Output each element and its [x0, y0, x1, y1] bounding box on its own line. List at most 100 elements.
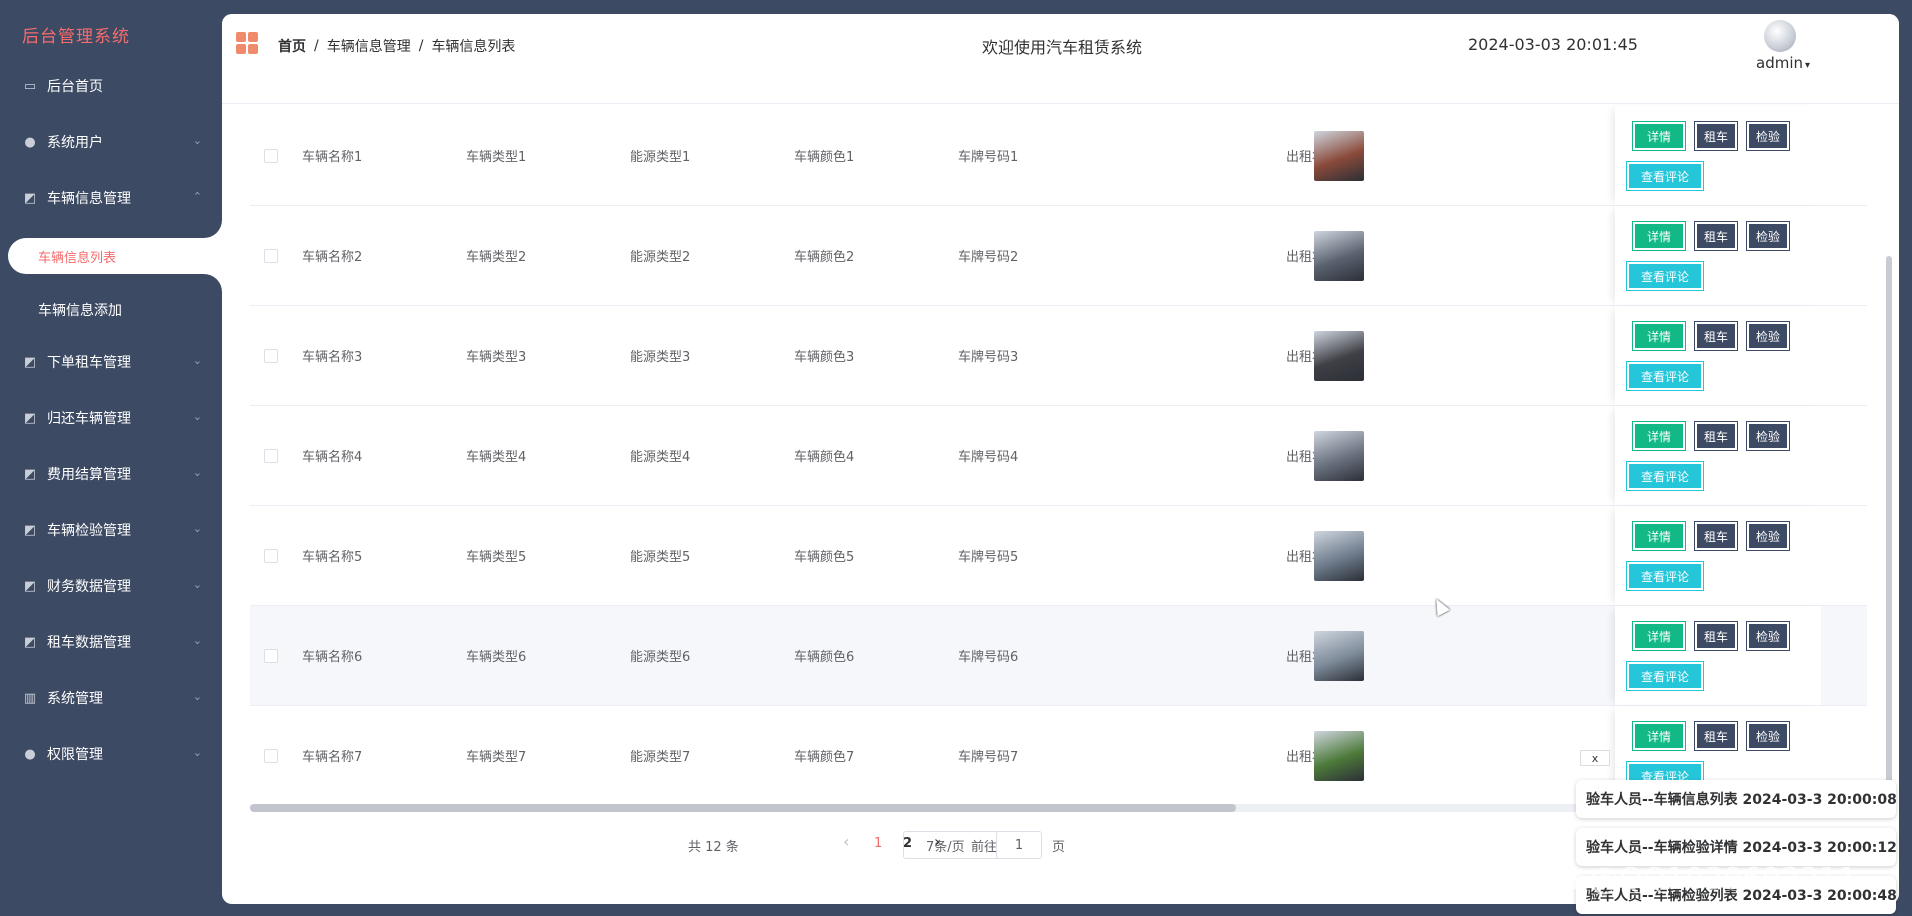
sidebar-item[interactable]: ◩ 财务数据管理 ⌄: [0, 566, 222, 606]
cell-energy-type: 能源类型2: [630, 250, 691, 265]
chevron-down-icon: ⌄: [192, 410, 202, 423]
cell-vehicle-name: 车辆名称6: [302, 650, 363, 665]
sidebar-subitem-vehicle-add[interactable]: 车辆信息添加: [0, 292, 222, 328]
next-page-button[interactable]: ›: [934, 832, 940, 851]
vehicle-thumbnail[interactable]: [1314, 631, 1364, 681]
sidebar: 后台管理系统 ▭ 后台首页 ● 系统用户 ⌄ ◩ 车辆信息管理 ⌃ ◩ 下单租车管理 ⌄ ◩ 归还车辆管…: [0, 0, 222, 916]
sidebar-item[interactable]: ◩ 费用结算管理 ⌄: [0, 454, 222, 494]
sidebar-item[interactable]: ▥ 系统管理 ⌄: [0, 678, 222, 718]
rent-button[interactable]: 租车: [1694, 321, 1738, 351]
page-1-button[interactable]: 1: [874, 836, 882, 851]
vehicle-thumbnail[interactable]: [1314, 431, 1364, 481]
view-reviews-button[interactable]: 查看评论: [1626, 461, 1704, 491]
sidebar-item[interactable]: ◩ 租车数据管理 ⌄: [0, 622, 222, 662]
goto-page-input[interactable]: [996, 831, 1042, 859]
detail-button[interactable]: 详情: [1632, 221, 1686, 251]
view-reviews-button[interactable]: 查看评论: [1626, 561, 1704, 591]
inspect-button[interactable]: 检验: [1746, 221, 1790, 251]
rent-button[interactable]: 租车: [1694, 421, 1738, 451]
row-checkbox[interactable]: [264, 449, 278, 463]
inspect-button[interactable]: 检验: [1746, 521, 1790, 551]
rent-button[interactable]: 租车: [1694, 121, 1738, 151]
user-menu[interactable]: admin ▾: [1756, 54, 1810, 72]
sidebar-item[interactable]: ● 权限管理 ⌄: [0, 734, 222, 774]
breadcrumb-home[interactable]: 首页: [278, 36, 306, 56]
detail-button[interactable]: 详情: [1632, 621, 1686, 651]
rent-button[interactable]: 租车: [1694, 721, 1738, 751]
vehicle-thumbnail[interactable]: [1314, 731, 1364, 781]
sidebar-item[interactable]: ◩ 车辆检验管理 ⌄: [0, 510, 222, 550]
detail-button[interactable]: 详情: [1632, 421, 1686, 451]
goto-label: 前往: [971, 840, 998, 855]
cell-vehicle-type: 车辆类型2: [466, 250, 527, 265]
sidebar-item-label: 财务数据管理: [47, 579, 131, 595]
sidebar-item[interactable]: ◩ 车辆信息管理 ⌃: [0, 178, 222, 218]
cell-plate-number: 车牌号码2: [958, 250, 1019, 265]
view-reviews-button[interactable]: 查看评论: [1626, 361, 1704, 391]
view-reviews-button[interactable]: 查看评论: [1626, 661, 1704, 691]
row-checkbox[interactable]: [264, 649, 278, 663]
cell-vehicle-type: 车辆类型7: [466, 750, 527, 765]
chevron-down-icon: ⌄: [192, 354, 202, 367]
page-2-button[interactable]: 2: [903, 836, 912, 851]
username: admin: [1756, 54, 1803, 72]
sidebar-item[interactable]: ◩ 归还车辆管理 ⌄: [0, 398, 222, 438]
sidebar-subitem-vehicle-list[interactable]: 车辆信息列表: [8, 238, 222, 274]
chart-icon: ◩: [23, 522, 37, 538]
vehicle-thumbnail[interactable]: [1314, 131, 1364, 181]
row-actions: 详情 租车 检验查看评论: [1615, 106, 1821, 206]
notification-close-button[interactable]: x: [1580, 750, 1610, 766]
horizontal-scrollbar-thumb[interactable]: [250, 804, 1236, 812]
system-title: 欢迎使用汽车租赁系统: [982, 38, 1143, 57]
row-checkbox[interactable]: [264, 149, 278, 163]
vertical-scrollbar-thumb[interactable]: [1886, 256, 1892, 796]
avatar[interactable]: [1764, 20, 1796, 52]
chart-icon: ◩: [23, 466, 37, 482]
vehicle-thumbnail[interactable]: [1314, 231, 1364, 281]
row-checkbox[interactable]: [264, 549, 278, 563]
inspect-button[interactable]: 检验: [1746, 721, 1790, 751]
chevron-down-icon: ⌄: [192, 522, 202, 535]
sidebar-item-label: 归还车辆管理: [47, 411, 131, 427]
sidebar-item[interactable]: ▭ 后台首页: [0, 66, 222, 106]
sidebar-item[interactable]: ● 系统用户 ⌄: [0, 122, 222, 162]
cell-vehicle-color: 车辆颜色3: [794, 350, 855, 365]
inspect-button[interactable]: 检验: [1746, 321, 1790, 351]
cell-vehicle-type: 车辆类型1: [466, 150, 527, 165]
chevron-up-icon: ⌃: [192, 190, 202, 203]
top-header: 首页 / 车辆信息管理 / 车辆信息列表 欢迎使用汽车租赁系统 2024-03-…: [222, 14, 1899, 104]
bar-chart-icon: ▥: [23, 690, 37, 706]
cell-energy-type: 能源类型3: [630, 350, 691, 365]
cell-vehicle-name: 车辆名称3: [302, 350, 363, 365]
row-actions: 详情 租车 检验查看评论: [1615, 506, 1821, 606]
row-checkbox[interactable]: [264, 249, 278, 263]
view-reviews-button[interactable]: 查看评论: [1626, 261, 1704, 291]
rent-button[interactable]: 租车: [1694, 621, 1738, 651]
main-panel: 首页 / 车辆信息管理 / 车辆信息列表 欢迎使用汽车租赁系统 2024-03-…: [222, 14, 1899, 904]
breadcrumb-vehicle-management: 车辆信息管理: [326, 39, 411, 55]
rent-button[interactable]: 租车: [1694, 221, 1738, 251]
row-checkbox[interactable]: [264, 349, 278, 363]
row-checkbox[interactable]: [264, 749, 278, 763]
sidebar-item-label: 费用结算管理: [47, 467, 131, 483]
inspect-button[interactable]: 检验: [1746, 421, 1790, 451]
vehicle-thumbnail[interactable]: [1314, 331, 1364, 381]
row-actions: 详情 租车 检验查看评论: [1615, 406, 1821, 506]
menu-grid-icon[interactable]: [236, 32, 258, 54]
inspect-button[interactable]: 检验: [1746, 121, 1790, 151]
prev-page-button[interactable]: ‹: [843, 832, 849, 851]
detail-button[interactable]: 详情: [1632, 521, 1686, 551]
vehicle-thumbnail[interactable]: [1314, 531, 1364, 581]
chevron-down-icon: ⌄: [192, 634, 202, 647]
detail-button[interactable]: 详情: [1632, 721, 1686, 751]
sidebar-item[interactable]: ◩ 下单租车管理 ⌄: [0, 342, 222, 382]
active-notch-bottom: [200, 274, 222, 292]
detail-button[interactable]: 详情: [1632, 321, 1686, 351]
rent-button[interactable]: 租车: [1694, 521, 1738, 551]
detail-button[interactable]: 详情: [1632, 121, 1686, 151]
inspect-button[interactable]: 检验: [1746, 621, 1790, 651]
cell-vehicle-color: 车辆颜色4: [794, 450, 855, 465]
chart-icon: ◩: [23, 578, 37, 594]
view-reviews-button[interactable]: 查看评论: [1626, 161, 1704, 191]
sidebar-item-label: 权限管理: [47, 747, 103, 763]
